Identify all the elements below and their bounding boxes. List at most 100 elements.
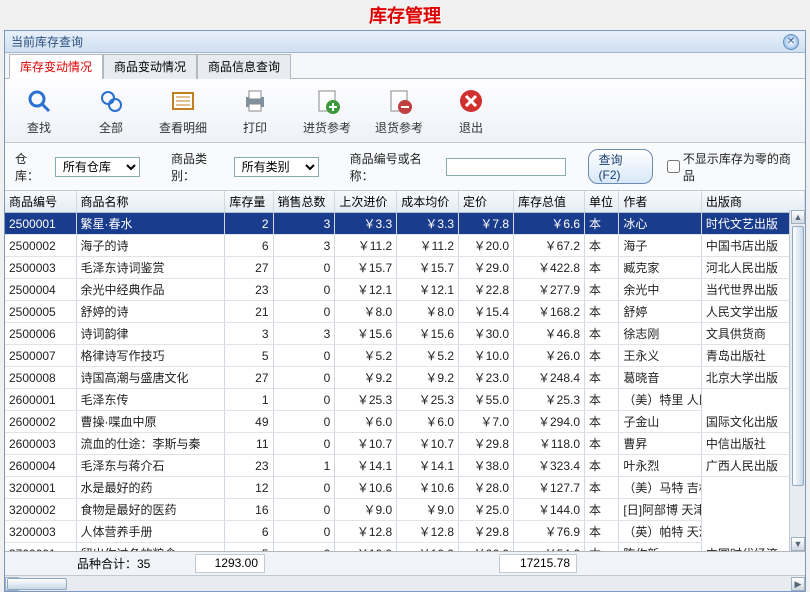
col-header[interactable]: 单位 [585, 191, 619, 213]
table-row[interactable]: 2500006诗词韵律33￥15.6￥15.6￥30.0￥46.8本徐志刚文具供… [5, 323, 805, 345]
all-label: 全部 [99, 119, 123, 136]
col-header[interactable]: 库存量 [225, 191, 273, 213]
cell: 0 [273, 301, 335, 323]
scroll-right-icon[interactable]: ▶ [791, 577, 805, 591]
table-row[interactable]: 2600003流血的仕途：李斯与秦110￥10.7￥10.7￥29.8￥118.… [5, 433, 805, 455]
footer-bar: 品种合计：35 1293.00 17215.78 [5, 551, 805, 575]
cell: ￥10.9 [397, 543, 459, 552]
cell: 海子的诗 [76, 235, 225, 257]
cell: ￥15.7 [397, 257, 459, 279]
find-button[interactable]: 查找 [15, 85, 63, 136]
cell: 水是最好的药 [76, 477, 225, 499]
cell: 陈作新 [619, 543, 701, 552]
table-row[interactable]: 3200002食物是最好的医药160￥9.0￥9.0￥25.0￥144.0本[日… [5, 499, 805, 521]
cell: 本 [585, 235, 619, 257]
scroll-down-icon[interactable]: ▼ [791, 537, 805, 551]
cell: 2500004 [5, 279, 76, 301]
col-header[interactable]: 商品名称 [76, 191, 225, 213]
scroll-thumb[interactable] [792, 226, 804, 486]
cell: 本 [585, 433, 619, 455]
cell: ￥26.0 [514, 345, 585, 367]
col-header[interactable]: 销售总数 [273, 191, 335, 213]
cell: 本 [585, 521, 619, 543]
cell: 11 [225, 433, 273, 455]
table-row[interactable]: 2500004余光中经典作品230￥12.1￥12.1￥22.8￥277.9本余… [5, 279, 805, 301]
table-row[interactable]: 3700001留出你过冬的粮食50￥10.9￥10.9￥26.0￥54.6本陈作… [5, 543, 805, 552]
cell: 毛泽东诗词鉴赏 [76, 257, 225, 279]
category-label: 商品类别： [171, 150, 228, 184]
cell: 3200001 [5, 477, 76, 499]
cell: ￥3.3 [335, 213, 397, 235]
cell: ￥5.2 [335, 345, 397, 367]
hide-zero-label: 不显示库存为零的商品 [683, 150, 795, 184]
table-row[interactable]: 2600002曹操·喋血中原490￥6.0￥6.0￥7.0￥294.0本子金山国… [5, 411, 805, 433]
cell: 海子 [619, 235, 701, 257]
cell: 3 [225, 323, 273, 345]
retref-button[interactable]: 退货参考 [375, 85, 423, 136]
cell: 0 [273, 257, 335, 279]
cell: 本 [585, 477, 619, 499]
cell: ￥46.8 [514, 323, 585, 345]
cell: ￥22.8 [459, 279, 514, 301]
col-header[interactable]: 作者 [619, 191, 701, 213]
inventory-grid[interactable]: 商品编号商品名称库存量销售总数上次进价成本均价定价库存总值单位作者出版商 250… [5, 191, 805, 551]
cell: 23 [225, 279, 273, 301]
toolbar: 查找全部 查看明细 打印进货参考退货参考退出 [5, 79, 805, 143]
cell: 人体营养手册 [76, 521, 225, 543]
cell: 本 [585, 389, 619, 411]
hscroll-thumb[interactable] [7, 578, 67, 590]
col-header[interactable]: 商品编号 [5, 191, 76, 213]
cell: 毛泽东传 [76, 389, 225, 411]
all-icon [95, 85, 127, 117]
inref-button[interactable]: 进货参考 [303, 85, 351, 136]
cell: ￥23.0 [459, 367, 514, 389]
cell: ￥67.2 [514, 235, 585, 257]
table-row[interactable]: 2600001毛泽东传10￥25.3￥25.3￥55.0￥25.3本（美）特里 … [5, 389, 805, 411]
print-button[interactable]: 打印 [231, 85, 279, 136]
close-icon[interactable]: ✕ [783, 34, 799, 50]
col-header[interactable]: 库存总值 [514, 191, 585, 213]
table-row[interactable]: 2500007格律诗写作技巧50￥5.2￥5.2￥10.0￥26.0本王永义青岛… [5, 345, 805, 367]
cell: 余光中 [619, 279, 701, 301]
table-row[interactable]: 2500001繁星·春水23￥3.3￥3.3￥7.8￥6.6本冰心时代文艺出版 [5, 213, 805, 235]
col-header[interactable]: 成本均价 [397, 191, 459, 213]
detail-label: 查看明细 [159, 119, 207, 136]
table-row[interactable]: 2500008诗国高潮与盛唐文化270￥9.2￥9.2￥23.0￥248.4本葛… [5, 367, 805, 389]
warehouse-select[interactable]: 所有仓库 [55, 157, 140, 177]
value-total: 17215.78 [499, 554, 577, 573]
table-row[interactable]: 3200001水是最好的药120￥10.6￥10.6￥28.0￥127.7本（美… [5, 477, 805, 499]
cell: 毛泽东与蒋介石 [76, 455, 225, 477]
cell: ￥144.0 [514, 499, 585, 521]
scroll-up-icon[interactable]: ▲ [791, 210, 805, 224]
cell: 诗词韵律 [76, 323, 225, 345]
all-button[interactable]: 全部 [87, 85, 135, 136]
cell: ￥15.4 [459, 301, 514, 323]
horizontal-scrollbar[interactable]: ◀ ▶ [5, 575, 805, 591]
code-input[interactable] [446, 158, 566, 176]
table-row[interactable]: 2600004毛泽东与蒋介石231￥14.1￥14.1￥38.0￥323.4本叶… [5, 455, 805, 477]
cell: 2 [225, 213, 273, 235]
app-title: 库存管理 [0, 0, 810, 30]
col-header[interactable]: 上次进价 [335, 191, 397, 213]
cell: 本 [585, 257, 619, 279]
cell: ￥25.3 [514, 389, 585, 411]
cell: ￥12.8 [397, 521, 459, 543]
detail-button[interactable]: 查看明细 [159, 85, 207, 136]
hide-zero-checkbox[interactable] [667, 160, 680, 173]
tab-inventory-change[interactable]: 库存变动情况 [9, 54, 103, 79]
cell: ￥8.0 [397, 301, 459, 323]
exit-button[interactable]: 退出 [447, 85, 495, 136]
tab-product-change[interactable]: 商品变动情况 [103, 54, 197, 79]
col-header[interactable]: 定价 [459, 191, 514, 213]
table-row[interactable]: 2500002海子的诗63￥11.2￥11.2￥20.0￥67.2本海子中国书店… [5, 235, 805, 257]
vertical-scrollbar[interactable]: ▲ ▼ [789, 210, 805, 551]
table-row[interactable]: 2500005舒婷的诗210￥8.0￥8.0￥15.4￥168.2本舒婷人民文学… [5, 301, 805, 323]
category-select[interactable]: 所有类别 [234, 157, 319, 177]
query-button[interactable]: 查询(F2) [588, 149, 653, 184]
cell: 叶永烈 [619, 455, 701, 477]
table-row[interactable]: 2500003毛泽东诗词鉴赏270￥15.7￥15.7￥29.0￥422.8本臧… [5, 257, 805, 279]
tab-product-info[interactable]: 商品信息查询 [197, 54, 291, 79]
cell: 3 [273, 235, 335, 257]
cell: ￥6.0 [335, 411, 397, 433]
table-row[interactable]: 3200003人体营养手册60￥12.8￥12.8￥29.8￥76.9本（英）帕… [5, 521, 805, 543]
